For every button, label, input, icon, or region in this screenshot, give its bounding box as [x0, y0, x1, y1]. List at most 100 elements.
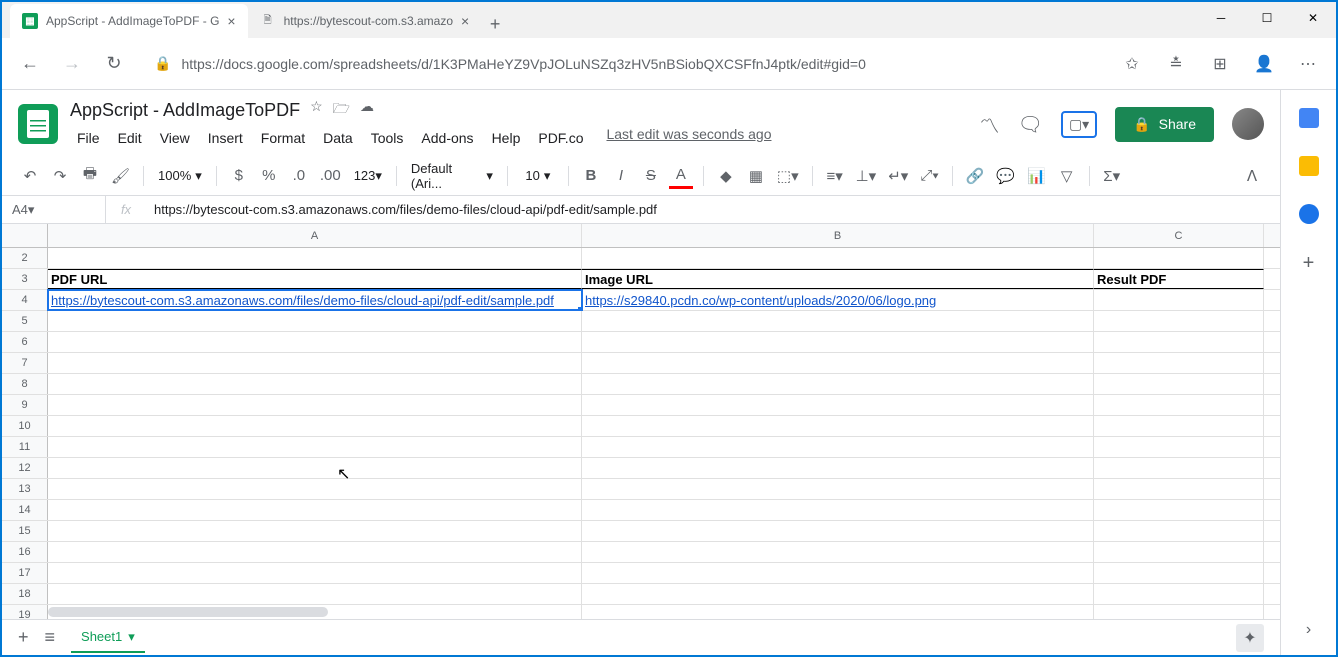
- font-select[interactable]: Default (Ari... ▾: [407, 161, 497, 191]
- row-header[interactable]: 16: [2, 542, 48, 562]
- menu-view[interactable]: View: [153, 126, 197, 150]
- rotate-button[interactable]: ⤢▾: [917, 163, 941, 189]
- cell[interactable]: [1094, 353, 1264, 373]
- row-header[interactable]: 14: [2, 500, 48, 520]
- refresh-button[interactable]: ↻: [98, 48, 130, 80]
- share-button[interactable]: 🔒 Share: [1115, 107, 1214, 142]
- name-box[interactable]: A4 ▾: [2, 196, 106, 223]
- paint-format-button[interactable]: 🖌: [108, 163, 133, 189]
- cell[interactable]: [582, 332, 1094, 352]
- move-icon[interactable]: 🗁: [333, 98, 350, 122]
- menu-edit[interactable]: Edit: [111, 126, 149, 150]
- browser-tab[interactable]: 🗎 https://bytescout-com.s3.amazo ×: [248, 4, 482, 38]
- cell[interactable]: [1094, 500, 1264, 520]
- comments-icon[interactable]: 🗨: [1018, 112, 1043, 137]
- menu-insert[interactable]: Insert: [201, 126, 250, 150]
- cell[interactable]: [48, 353, 582, 373]
- cell[interactable]: [48, 395, 582, 415]
- cell[interactable]: [1094, 248, 1264, 268]
- row-header[interactable]: 18: [2, 584, 48, 604]
- select-all-corner[interactable]: [2, 224, 48, 247]
- menu-help[interactable]: Help: [485, 126, 528, 150]
- sheet-tab-active[interactable]: Sheet1 ▾: [71, 623, 145, 653]
- cell[interactable]: [582, 395, 1094, 415]
- cell[interactable]: [582, 521, 1094, 541]
- cell[interactable]: [1094, 437, 1264, 457]
- cell[interactable]: [582, 479, 1094, 499]
- comment-button[interactable]: 💬: [993, 163, 1018, 189]
- col-header-b[interactable]: B: [582, 224, 1094, 247]
- forward-button[interactable]: →: [56, 48, 88, 80]
- cell[interactable]: [48, 563, 582, 583]
- decimal-decrease-button[interactable]: .0: [287, 163, 311, 189]
- cell[interactable]: [1094, 584, 1264, 604]
- spreadsheet-grid[interactable]: A B C 23PDF URLImage URLResult PDF4https…: [2, 224, 1280, 619]
- row-header[interactable]: 10: [2, 416, 48, 436]
- cell[interactable]: [48, 542, 582, 562]
- cell[interactable]: [582, 584, 1094, 604]
- strike-button[interactable]: S: [639, 163, 663, 189]
- row-header[interactable]: 19: [2, 605, 48, 619]
- cell[interactable]: [48, 374, 582, 394]
- col-header-a[interactable]: A: [48, 224, 582, 247]
- row-header[interactable]: 9: [2, 395, 48, 415]
- activity-icon[interactable]: 〽: [980, 110, 1000, 139]
- zoom-select[interactable]: 100% ▾: [154, 168, 206, 184]
- cell[interactable]: [48, 437, 582, 457]
- formula-input[interactable]: https://bytescout-com.s3.amazonaws.com/f…: [146, 202, 1280, 217]
- halign-button[interactable]: ≡▾: [823, 163, 847, 189]
- cell[interactable]: [582, 458, 1094, 478]
- favorites-list-icon[interactable]: ≛: [1160, 48, 1192, 80]
- collapse-panel-icon[interactable]: ›: [1306, 621, 1311, 639]
- cell[interactable]: [1094, 290, 1264, 310]
- cell[interactable]: [48, 248, 582, 268]
- doc-title[interactable]: AppScript - AddImageToPDF: [70, 100, 300, 121]
- cell[interactable]: [582, 500, 1094, 520]
- borders-button[interactable]: ▦: [744, 163, 768, 189]
- cell[interactable]: PDF URL: [48, 269, 582, 289]
- cell[interactable]: [1094, 374, 1264, 394]
- menu-icon[interactable]: ⋯: [1292, 48, 1324, 80]
- undo-button[interactable]: ↶: [18, 163, 42, 189]
- cell[interactable]: Image URL: [582, 269, 1094, 289]
- cell[interactable]: [48, 521, 582, 541]
- close-window-button[interactable]: ✕: [1290, 2, 1336, 34]
- cell[interactable]: https://bytescout-com.s3.amazonaws.com/f…: [48, 290, 582, 310]
- row-header[interactable]: 8: [2, 374, 48, 394]
- cell[interactable]: [1094, 479, 1264, 499]
- cell[interactable]: [582, 353, 1094, 373]
- cell[interactable]: Result PDF: [1094, 269, 1264, 289]
- row-header[interactable]: 17: [2, 563, 48, 583]
- row-header[interactable]: 7: [2, 353, 48, 373]
- cell[interactable]: [48, 416, 582, 436]
- cell[interactable]: [582, 248, 1094, 268]
- last-edit-link[interactable]: Last edit was seconds ago: [606, 126, 771, 150]
- account-avatar[interactable]: [1232, 108, 1264, 140]
- bold-button[interactable]: B: [579, 163, 603, 189]
- cell[interactable]: [582, 563, 1094, 583]
- menu-data[interactable]: Data: [316, 126, 360, 150]
- cell[interactable]: [48, 500, 582, 520]
- row-header[interactable]: 6: [2, 332, 48, 352]
- url-field[interactable]: 🔒 https://docs.google.com/spreadsheets/d…: [140, 47, 1106, 81]
- cell[interactable]: [1094, 521, 1264, 541]
- profile-icon[interactable]: 👤: [1248, 48, 1280, 80]
- cell[interactable]: [48, 584, 582, 604]
- calendar-icon[interactable]: [1299, 108, 1319, 128]
- merge-button[interactable]: ⬚▾: [774, 163, 802, 189]
- decimal-increase-button[interactable]: .00: [317, 163, 344, 189]
- row-header[interactable]: 15: [2, 521, 48, 541]
- cell[interactable]: [1094, 332, 1264, 352]
- menu-format[interactable]: Format: [254, 126, 312, 150]
- menu-pdfco[interactable]: PDF.co: [531, 126, 590, 150]
- italic-button[interactable]: I: [609, 163, 633, 189]
- percent-button[interactable]: %: [257, 163, 281, 189]
- cell[interactable]: [48, 332, 582, 352]
- browser-tab-active[interactable]: ▦ AppScript - AddImageToPDF - G ×: [10, 4, 248, 38]
- present-icon[interactable]: ▢▾: [1061, 111, 1097, 138]
- cell[interactable]: https://s29840.pcdn.co/wp-content/upload…: [582, 290, 1094, 310]
- new-tab-button[interactable]: +: [481, 10, 509, 38]
- cell[interactable]: [582, 605, 1094, 619]
- cell[interactable]: [1094, 395, 1264, 415]
- cell[interactable]: [582, 437, 1094, 457]
